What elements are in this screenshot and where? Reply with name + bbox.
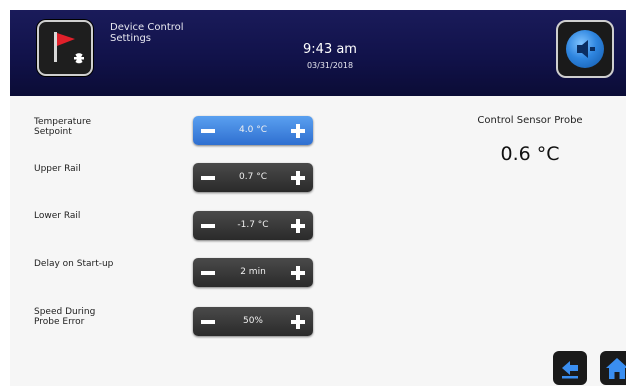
minus-icon[interactable]: [199, 264, 217, 281]
stepper-upper-rail: 0.7 °C: [193, 163, 313, 192]
stepper-value: 2 min: [240, 267, 266, 277]
minus-icon[interactable]: [199, 217, 217, 234]
speaker-button[interactable]: [556, 20, 614, 78]
stepper-value: -1.7 °C: [237, 220, 269, 230]
stepper-value: 4.0 °C: [239, 125, 267, 135]
stepper-temperature-setpoint: 4.0 °C: [193, 116, 313, 145]
minus-icon[interactable]: [199, 313, 217, 330]
stepper-value: 50%: [242, 316, 263, 326]
setting-label-temperature-setpoint: Temperature Setpoint: [34, 117, 92, 137]
home-button[interactable]: [600, 351, 626, 385]
speaker-mute-icon: [577, 40, 595, 58]
alarm-flag-icon: [54, 32, 84, 64]
setting-label-lower-rail: Lower Rail: [34, 211, 81, 221]
device-control-screen: Device Control Settings 9:43 am 03/31/20…: [10, 10, 626, 386]
setting-label-upper-rail: Upper Rail: [34, 164, 81, 174]
setting-label-delay-on-startup: Delay on Start-up: [34, 259, 114, 269]
sensor-title: Control Sensor Probe: [477, 115, 583, 126]
stepper-speed-probe-error: 50%: [193, 307, 313, 336]
clock-time: 9:43 am: [303, 42, 357, 57]
home-icon: [606, 358, 626, 379]
header-bar: Device Control Settings 9:43 am 03/31/20…: [10, 10, 626, 96]
stepper-delay-on-startup: 2 min: [193, 258, 313, 287]
back-arrow-icon: [562, 361, 578, 379]
sensor-value: 0.6 °C: [500, 143, 560, 165]
minus-icon[interactable]: [199, 169, 217, 186]
clock-date: 03/31/2018: [306, 61, 354, 70]
back-button[interactable]: [553, 351, 587, 385]
setting-label-speed-probe-error: Speed During Probe Error: [34, 307, 96, 327]
plus-icon[interactable]: [289, 217, 307, 234]
stepper-value: 0.7 °C: [239, 172, 267, 182]
stepper-lower-rail: -1.7 °C: [193, 211, 313, 240]
page-title: Device Control Settings: [110, 22, 184, 44]
plus-icon[interactable]: [289, 264, 307, 281]
plus-icon[interactable]: [289, 313, 307, 330]
plus-icon[interactable]: [289, 169, 307, 186]
minus-icon[interactable]: [199, 122, 217, 139]
plus-icon[interactable]: [289, 122, 307, 139]
alarm-button[interactable]: [37, 20, 93, 76]
